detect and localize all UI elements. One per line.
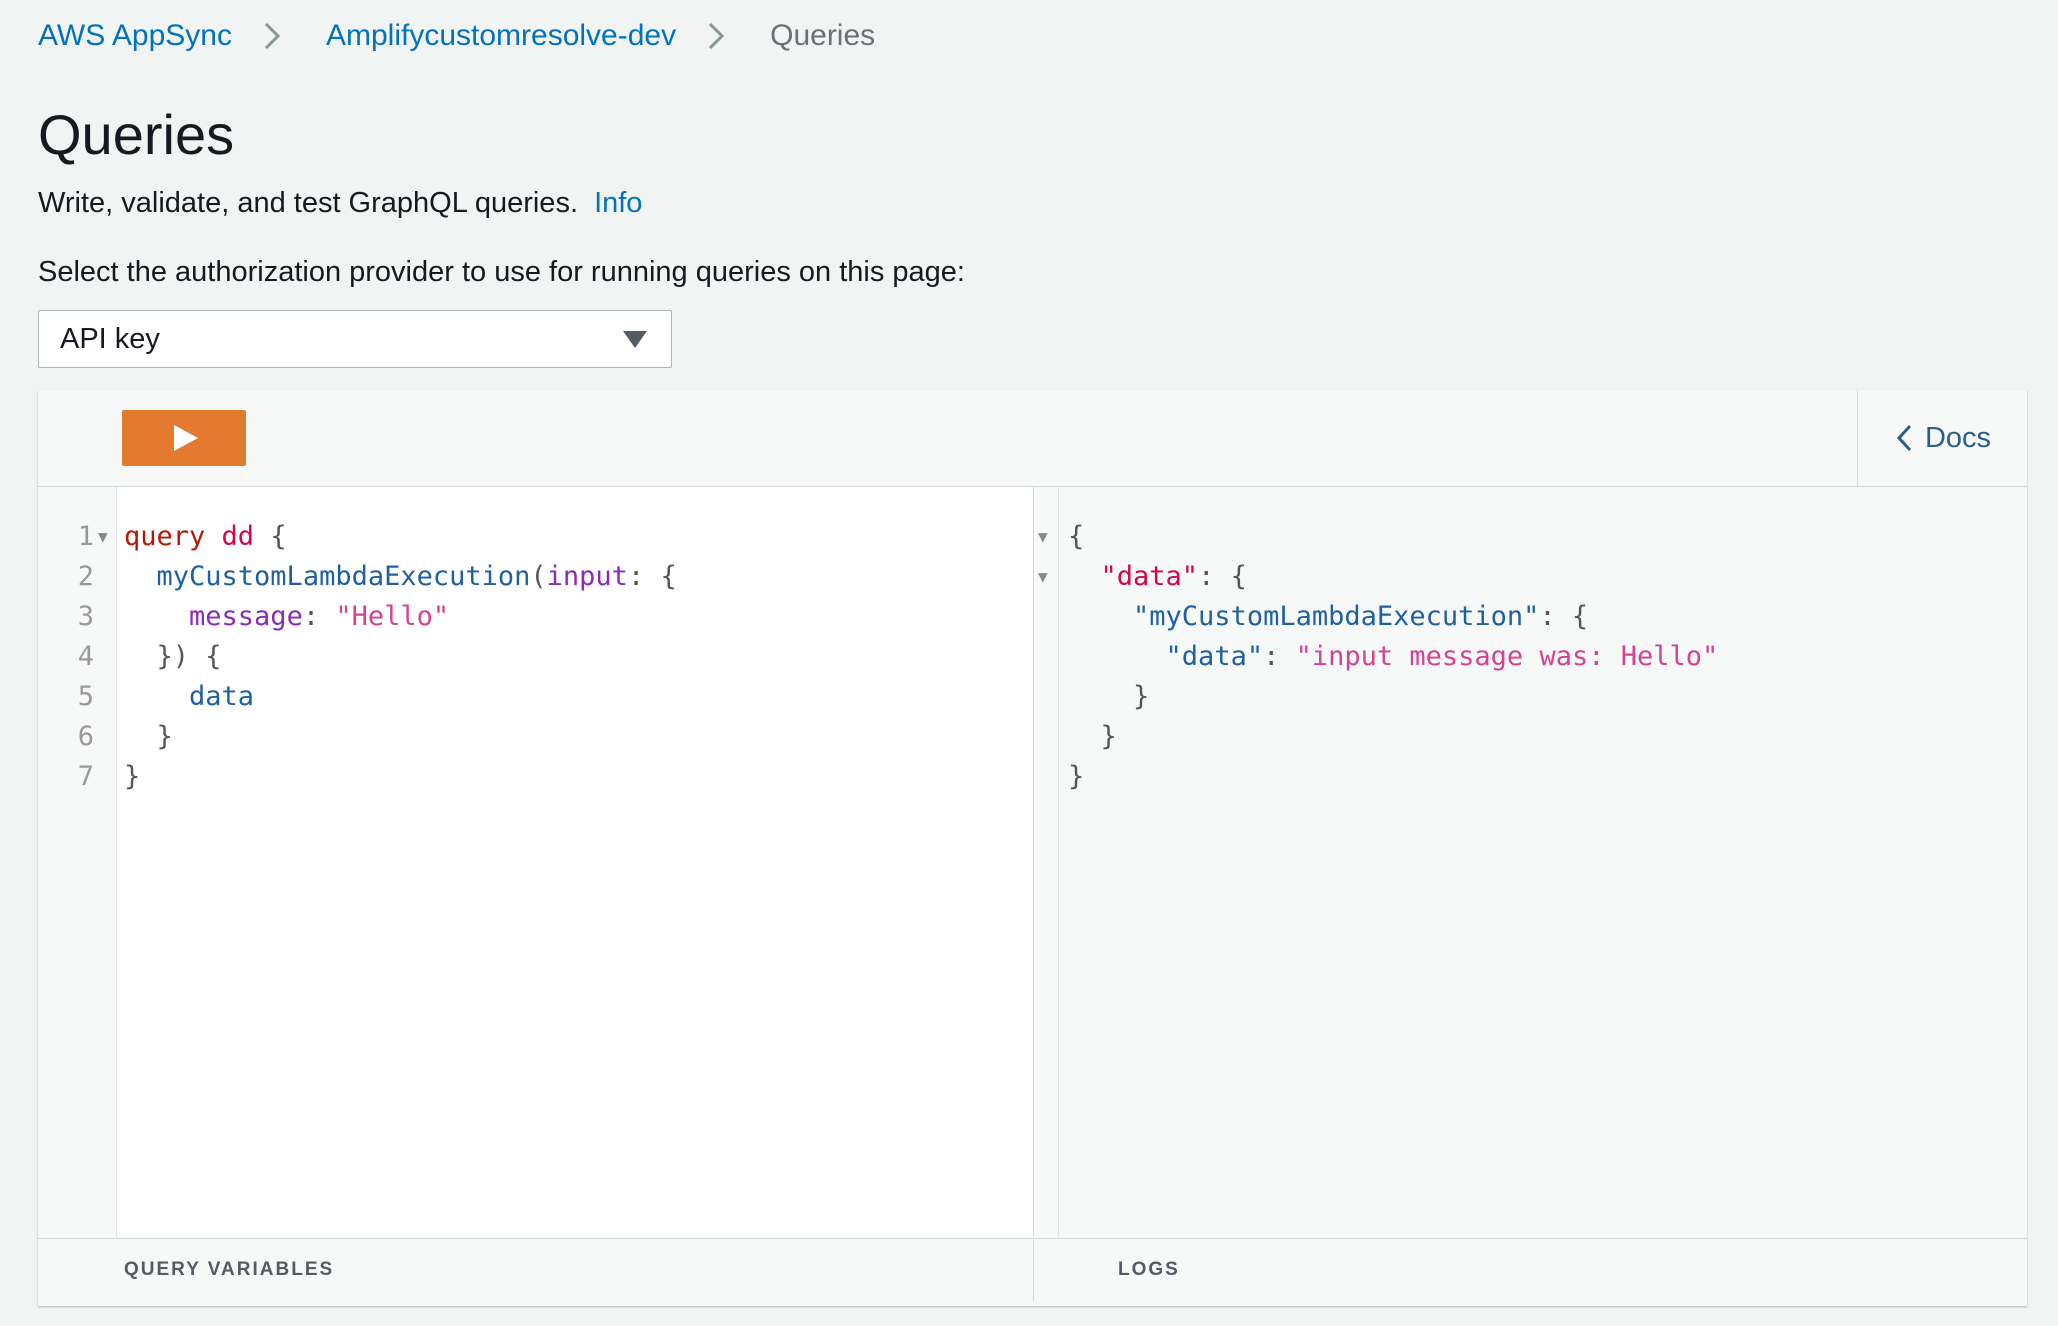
fold-arrow-icon[interactable]: ▼	[1038, 517, 1048, 557]
logs-tab[interactable]: LOGS	[1118, 1259, 1180, 1281]
info-link[interactable]: Info	[594, 187, 642, 219]
page-description: Write, validate, and test GraphQL querie…	[38, 183, 642, 223]
auth-provider-value: API key	[60, 322, 160, 355]
line-number: 1	[77, 521, 94, 552]
line-number: 3	[77, 601, 94, 632]
footer-divider	[1033, 1239, 1034, 1301]
query-variables-tab[interactable]: QUERY VARIABLES	[124, 1259, 334, 1281]
fold-arrow-icon[interactable]: ▼	[98, 517, 108, 557]
chevron-left-icon	[1896, 424, 1912, 452]
code-line: query dd {	[124, 521, 287, 552]
code-line: }) {	[156, 641, 222, 672]
breadcrumb-appsync-link[interactable]: AWS AppSync	[38, 19, 232, 53]
code-line: }	[156, 721, 173, 752]
chevron-right-icon	[709, 22, 725, 50]
fold-arrow-icon[interactable]: ▼	[1038, 557, 1048, 597]
auth-provider-label: Select the authorization provider to use…	[38, 256, 965, 288]
run-query-button[interactable]	[122, 410, 246, 466]
query-explorer: Docs 1 2 3 4 5 6 7 ▼ query dd { myCustom…	[38, 390, 2027, 1306]
breadcrumb-api-link[interactable]: Amplifycustomresolve-dev	[326, 19, 676, 53]
line-number: 4	[77, 641, 94, 672]
line-number: 6	[77, 721, 94, 752]
auth-provider-select[interactable]: API key	[38, 310, 672, 368]
caret-down-icon	[623, 331, 647, 348]
query-editor[interactable]: 1 2 3 4 5 6 7 ▼ query dd { myCustomLambd…	[38, 487, 1034, 1237]
result-line: }	[1133, 681, 1150, 712]
code-line: data	[189, 681, 255, 712]
line-number: 5	[77, 681, 94, 712]
result-line: }	[1100, 721, 1117, 752]
code-line: }	[124, 761, 141, 792]
result-line: "data": "input message was: Hello"	[1165, 641, 1719, 672]
page-description-text: Write, validate, and test GraphQL querie…	[38, 187, 578, 219]
explorer-toolbar: Docs	[38, 390, 2027, 487]
breadcrumb: AWS AppSync Amplifycustomresolve-dev Que…	[38, 14, 875, 58]
page-title: Queries	[38, 103, 235, 166]
result-line: }	[1068, 761, 1085, 792]
play-icon	[174, 425, 198, 451]
chevron-right-icon	[264, 22, 281, 50]
result-line: {	[1068, 521, 1085, 552]
result-line: "myCustomLambdaExecution": {	[1133, 601, 1589, 632]
code-line: myCustomLambdaExecution(input: {	[156, 561, 677, 592]
docs-label: Docs	[1924, 421, 1992, 454]
line-number: 7	[77, 761, 94, 792]
result-line: "data": {	[1100, 561, 1247, 592]
line-gutter: 1 2 3 4 5 6 7 ▼	[38, 487, 117, 1237]
code-line: message: "Hello"	[189, 601, 450, 632]
explorer-footer: QUERY VARIABLES LOGS	[38, 1238, 2027, 1301]
result-viewer: ▼ ▼ { "data": { "myCustomLambdaExecution…	[1034, 487, 2027, 1237]
line-number: 2	[77, 561, 94, 592]
breadcrumb-current: Queries	[770, 19, 876, 52]
docs-button[interactable]: Docs	[1857, 390, 2028, 486]
result-gutter: ▼ ▼	[1034, 487, 1059, 1237]
